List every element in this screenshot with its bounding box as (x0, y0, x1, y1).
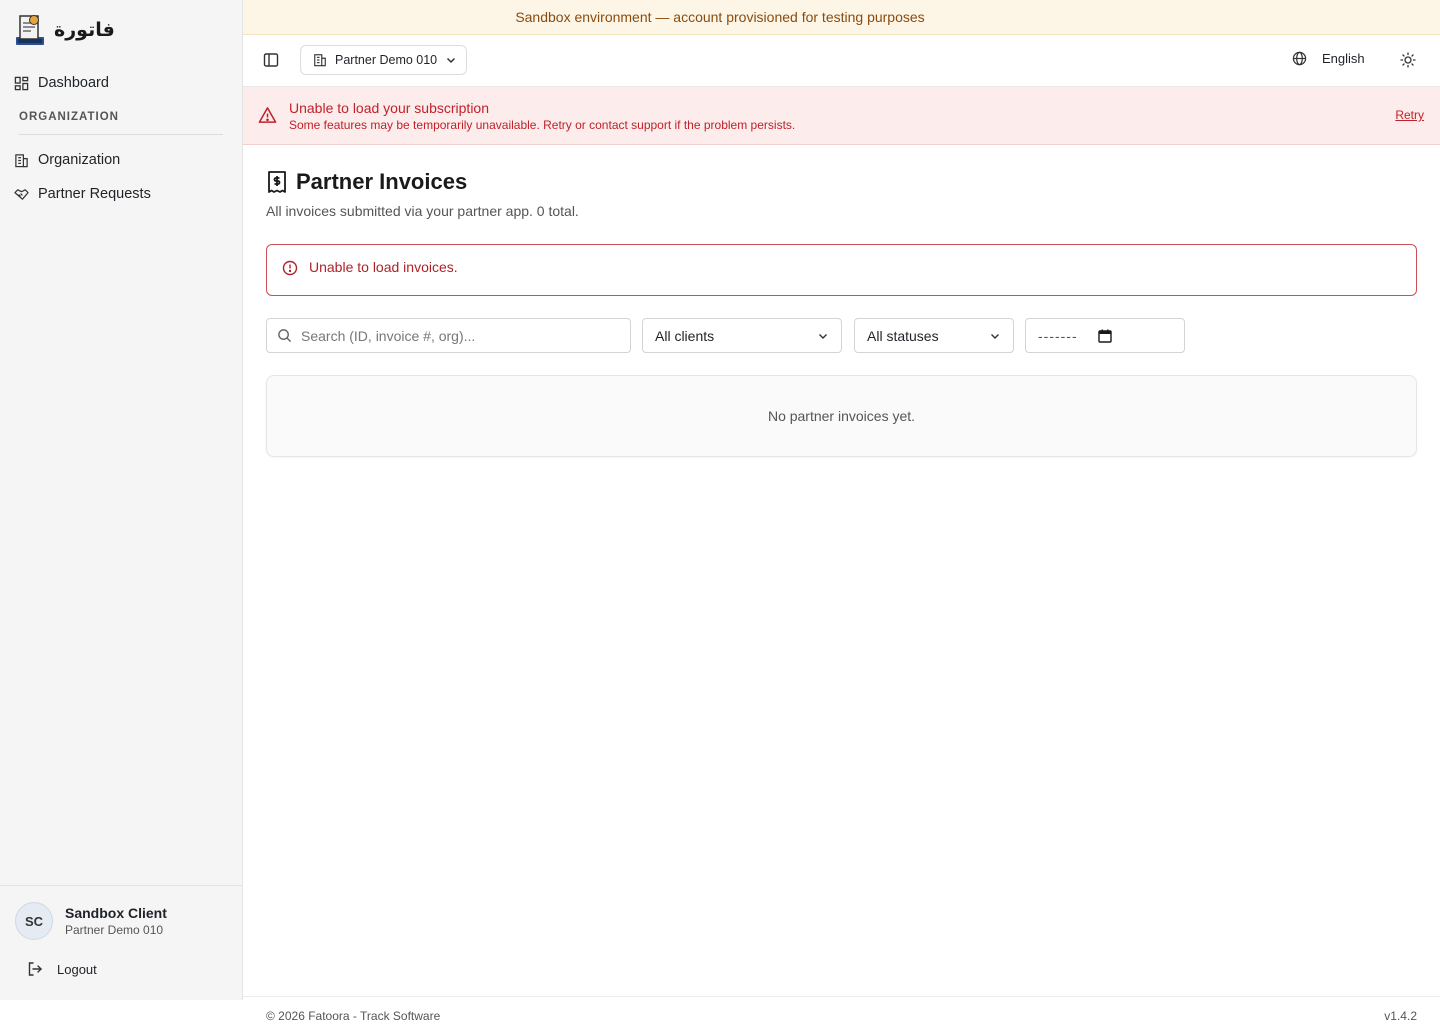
invoices-error-message: Unable to load invoices. (309, 259, 458, 275)
app-logo[interactable]: فاتورة (14, 12, 115, 48)
clients-select[interactable]: All clients (642, 318, 842, 353)
subscription-alert-description: Some features may be temporarily unavail… (289, 118, 796, 132)
topbar: Partner Demo 010 English (243, 35, 1440, 87)
footer-copyright: © 2026 Fatoora - Track Software (266, 1009, 441, 1023)
invoices-error-alert: Unable to load invoices. (266, 244, 1417, 296)
status-select[interactable]: All statuses (854, 318, 1014, 353)
calendar-icon (1097, 329, 1112, 343)
sidebar: فاتورة Dashboard ORGANIZATION Organizati… (0, 0, 243, 1000)
logout-icon (28, 962, 42, 976)
chevron-down-icon (991, 333, 999, 339)
logout-label: Logout (57, 961, 97, 977)
sandbox-banner-text: Sandbox environment — account provisione… (515, 9, 925, 25)
clients-select-value: All clients (655, 327, 715, 344)
handshake-icon (14, 188, 29, 200)
logo-text: فاتورة (54, 19, 115, 41)
user-name: Sandbox Client (65, 905, 167, 921)
avatar[interactable]: SC (15, 902, 53, 940)
search-input[interactable]: Search (ID, invoice #, org)... (266, 318, 631, 353)
search-placeholder: Search (ID, invoice #, org)... (301, 327, 476, 344)
building-icon (314, 54, 326, 67)
dashboard-grid-icon (14, 76, 29, 90)
invoice-logo-icon (16, 15, 44, 45)
logout-button[interactable]: Logout (27, 961, 97, 977)
sidebar-item-label: Dashboard (38, 75, 109, 91)
subscription-alert-title: Unable to load your subscription (289, 100, 490, 116)
language-label: English (1322, 51, 1365, 66)
section-label-organization: ORGANIZATION (19, 111, 119, 123)
user-org: Partner Demo 010 (65, 923, 164, 937)
org-selector[interactable]: Partner Demo 010 (300, 45, 467, 75)
building-icon (15, 153, 28, 167)
footer-version: v1.4.2 (1384, 1009, 1417, 1023)
sun-icon[interactable] (1400, 52, 1416, 68)
org-selector-label: Partner Demo 010 (335, 53, 438, 67)
section-divider (19, 134, 223, 135)
sidebar-toggle-icon[interactable] (263, 52, 279, 68)
user-profile: SC Sandbox Client Partner Demo 010 Logou… (0, 885, 242, 1000)
empty-state: No partner invoices yet. (266, 375, 1417, 457)
receipt-dollar-icon (268, 171, 286, 193)
sidebar-item-partner-requests[interactable]: Partner Requests (14, 186, 151, 202)
chevron-down-icon (447, 57, 456, 64)
language-selector[interactable]: English (1292, 51, 1365, 66)
page-header: Partner Invoices (266, 169, 467, 195)
sidebar-item-dashboard[interactable]: Dashboard (14, 75, 109, 91)
globe-icon (1292, 51, 1307, 66)
date-placeholder: ------- (1038, 327, 1078, 344)
page-title: Partner Invoices (296, 169, 468, 194)
retry-link[interactable]: Retry (1395, 108, 1424, 122)
page-subtitle: All invoices submitted via your partner … (266, 203, 579, 219)
subscription-alert: Unable to load your subscription Some fe… (243, 87, 1440, 145)
date-input[interactable]: ------- (1025, 318, 1185, 353)
sidebar-item-organization[interactable]: Organization (14, 152, 120, 168)
sidebar-item-label: Partner Requests (38, 186, 151, 202)
sidebar-item-label: Organization (38, 152, 121, 168)
empty-state-message: No partner invoices yet. (767, 408, 916, 424)
status-select-value: All statuses (867, 327, 939, 344)
chevron-down-icon (819, 333, 827, 339)
alert-circle-icon (282, 260, 298, 276)
footer: © 2026 Fatoora - Track Software v1.4.2 (243, 996, 1440, 1034)
warning-triangle-icon (258, 107, 277, 123)
search-icon (278, 329, 292, 343)
